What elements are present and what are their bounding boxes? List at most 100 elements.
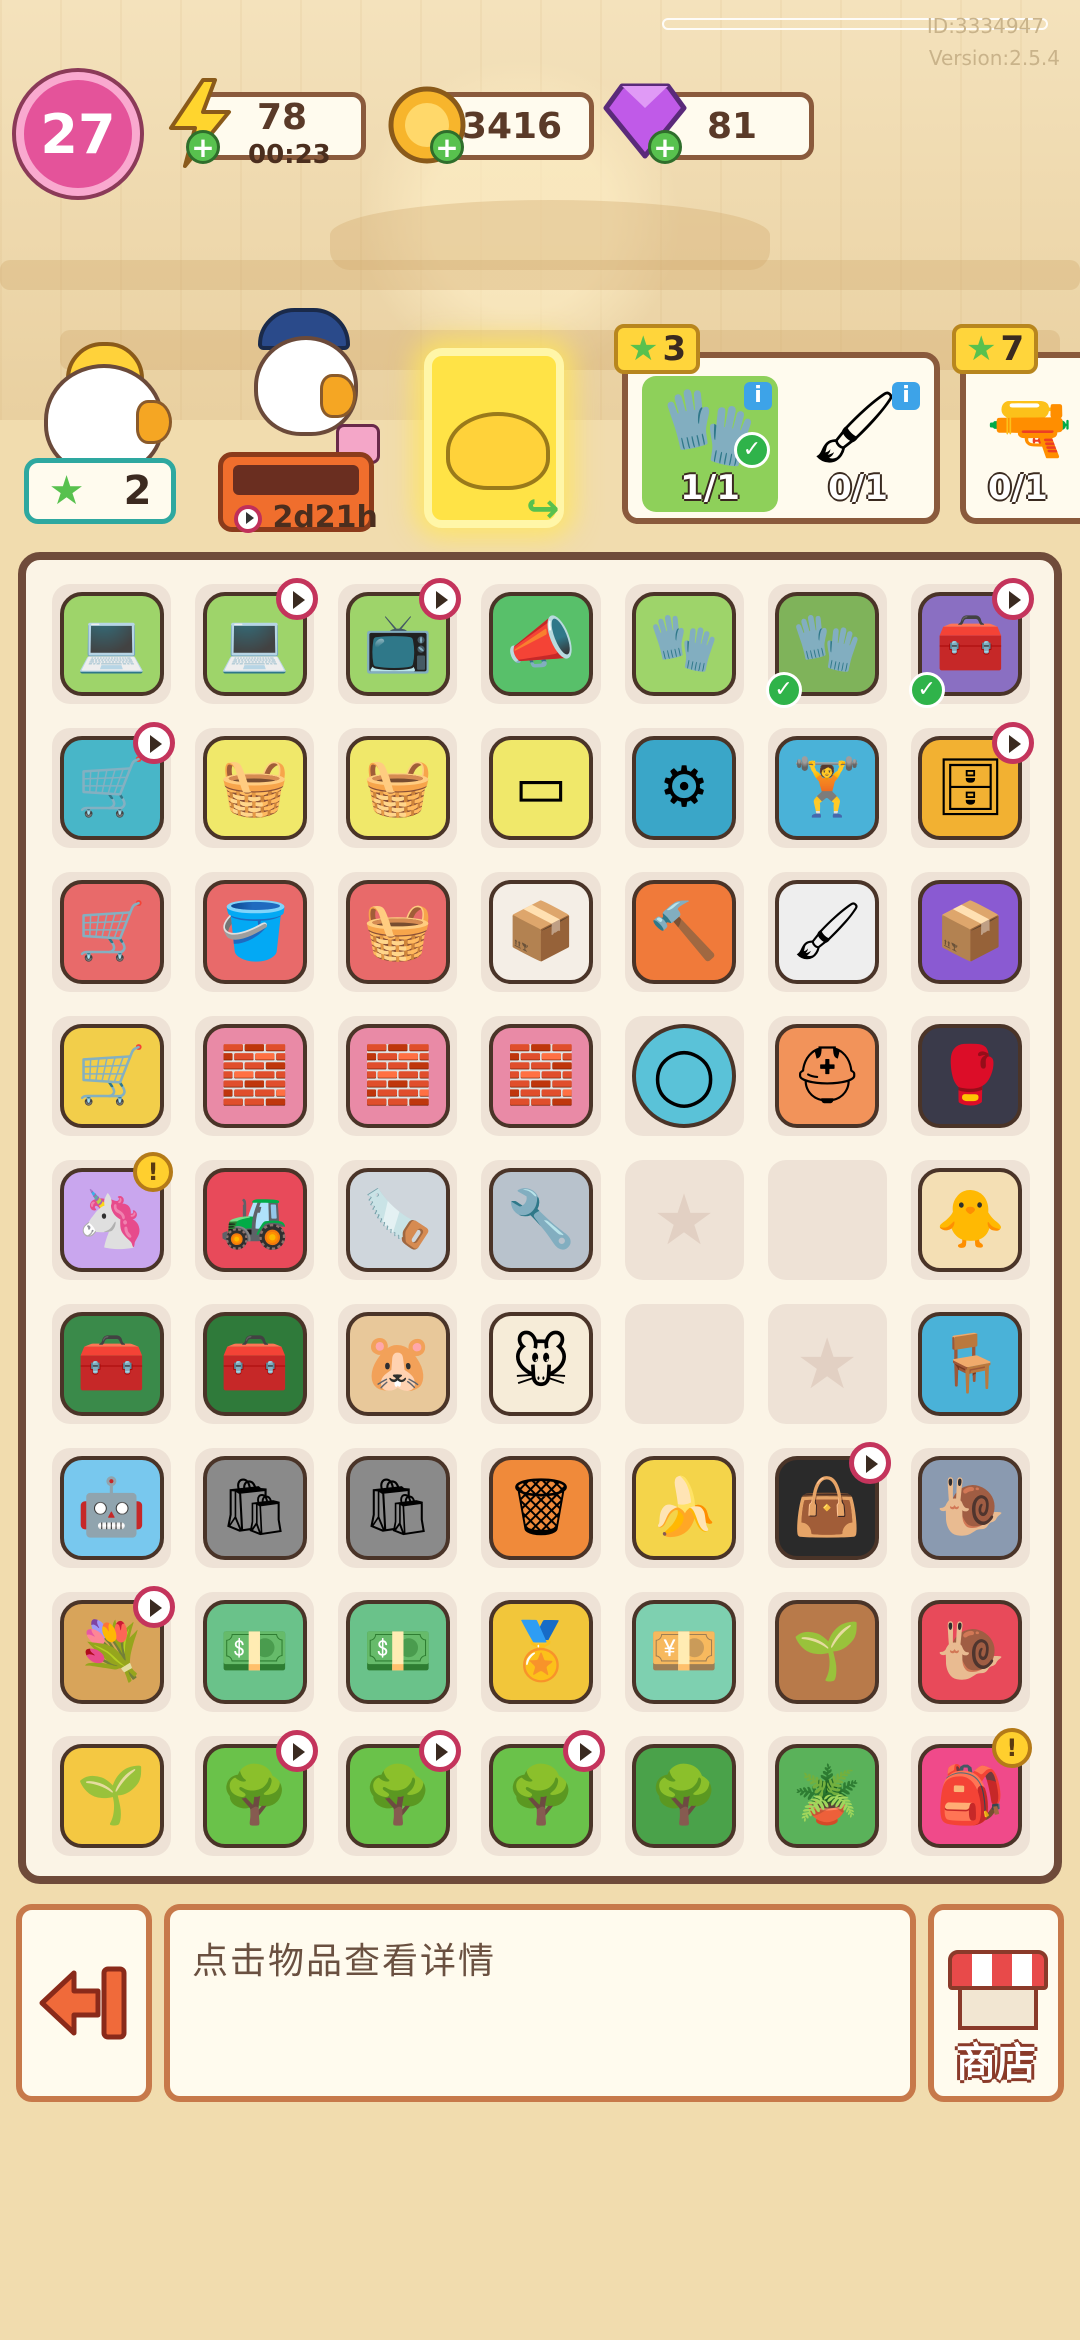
board-cell[interactable]: 🌳 bbox=[469, 1724, 612, 1868]
board-cell[interactable]: 🐌 bbox=[899, 1436, 1042, 1580]
board-cell[interactable] bbox=[613, 1292, 756, 1436]
potted-tree-icon: 🌳 bbox=[632, 1744, 737, 1848]
board-cell[interactable]: 🧰 bbox=[40, 1292, 183, 1436]
reward-value: 7 bbox=[1000, 329, 1025, 369]
item-info-panel: 点击物品查看详情 bbox=[164, 1904, 916, 2102]
add-gems-button[interactable]: + bbox=[648, 130, 682, 164]
board-cell[interactable]: 🐌 bbox=[899, 1580, 1042, 1724]
worker-duck[interactable] bbox=[30, 330, 172, 476]
board-cell[interactable]: 💻 bbox=[40, 572, 183, 716]
bucket-tools-icon: 🪣 bbox=[202, 880, 307, 984]
board-cell[interactable]: 🪴 bbox=[756, 1724, 899, 1868]
board-cell[interactable]: 🥊 bbox=[899, 1004, 1042, 1148]
board-cell[interactable]: 📦 bbox=[469, 860, 612, 1004]
order-slot-roller[interactable]: 🖌 i 0/1 bbox=[790, 376, 926, 512]
board-cell[interactable]: 🧺 bbox=[326, 860, 469, 1004]
board-cell[interactable]: 🧱 bbox=[326, 1004, 469, 1148]
board-cell[interactable]: 🖌 bbox=[756, 860, 899, 1004]
cat-snail-icon: 🐌 bbox=[918, 1600, 1023, 1704]
board-cell[interactable]: 💵 bbox=[183, 1580, 326, 1724]
board-cell[interactable]: 🏋 bbox=[756, 716, 899, 860]
board-cell[interactable]: ★ bbox=[756, 1292, 899, 1436]
board-cell[interactable]: 👜 bbox=[756, 1436, 899, 1580]
info-icon[interactable]: i bbox=[744, 382, 772, 410]
board-cell[interactable]: 🧺 bbox=[326, 716, 469, 860]
board-cell[interactable]: ◯ bbox=[613, 1004, 756, 1148]
drill-icon: 🔫 bbox=[986, 386, 1074, 468]
board-cell[interactable]: 🚜 bbox=[183, 1148, 326, 1292]
board-cell[interactable]: 🛍 bbox=[326, 1436, 469, 1580]
info-icon[interactable]: i bbox=[892, 382, 920, 410]
board-cell[interactable]: 🪑 bbox=[899, 1292, 1042, 1436]
board-cell[interactable]: 💴 bbox=[613, 1580, 756, 1724]
board-cell[interactable]: 🧱 bbox=[183, 1004, 326, 1148]
order-count: 0/1 bbox=[828, 468, 888, 508]
board-cell[interactable]: ▭ bbox=[469, 716, 612, 860]
board-cell[interactable]: 🐹 bbox=[326, 1292, 469, 1436]
banana-peel-icon: 🍌 bbox=[632, 1456, 737, 1560]
board-cell[interactable]: 🗄 bbox=[899, 716, 1042, 860]
board-cell[interactable]: 🔧 bbox=[469, 1148, 612, 1292]
board-cell[interactable]: 💐 bbox=[40, 1580, 183, 1724]
board-cell[interactable]: 🧱 bbox=[469, 1004, 612, 1148]
board-cell[interactable]: 🌱 bbox=[40, 1724, 183, 1868]
check-icon: ✓ bbox=[908, 672, 945, 708]
board-cell[interactable]: 🌳 bbox=[326, 1724, 469, 1868]
board-cell[interactable]: 🧺 bbox=[183, 716, 326, 860]
board-cell[interactable]: 🪣 bbox=[183, 860, 326, 1004]
board-cell[interactable]: 🤖 bbox=[40, 1436, 183, 1580]
board-cell[interactable]: 🔨 bbox=[613, 860, 756, 1004]
add-coins-button[interactable]: + bbox=[430, 130, 464, 164]
worker-star-count: ★ 2 bbox=[24, 458, 176, 524]
energy-timer: 00:23 bbox=[248, 140, 331, 170]
board-cell[interactable]: 🗑 bbox=[469, 1436, 612, 1580]
board-cell[interactable]: 🏅 bbox=[469, 1580, 612, 1724]
board-cell[interactable]: 💵 bbox=[326, 1580, 469, 1724]
sit-up-bench-icon: 🪑 bbox=[918, 1312, 1023, 1416]
board-cell[interactable]: 🌱 bbox=[756, 1580, 899, 1724]
board-cell[interactable]: 🎒! bbox=[899, 1724, 1042, 1868]
check-icon: ✓ bbox=[765, 672, 802, 708]
order-panel-2[interactable]: 🔫 0/1 bbox=[960, 352, 1080, 524]
board-cell[interactable]: 💻 bbox=[183, 572, 326, 716]
order-count: 1/1 bbox=[680, 468, 740, 508]
arrow-icon: ↪ bbox=[526, 486, 560, 532]
order-slot-gloves[interactable]: 🧤 i ✓ 1/1 bbox=[642, 376, 778, 512]
board-cell[interactable]: 🛒 bbox=[40, 1004, 183, 1148]
chick-icon bbox=[446, 412, 550, 490]
add-energy-button[interactable]: + bbox=[186, 130, 220, 164]
board-cell[interactable]: 🦄! bbox=[40, 1148, 183, 1292]
order-panel-1[interactable]: 🧤 i ✓ 1/1 🖌 i 0/1 bbox=[622, 352, 940, 524]
board-cell[interactable]: 🍌 bbox=[613, 1436, 756, 1580]
board-cell[interactable] bbox=[756, 1148, 899, 1292]
board-cell[interactable]: 🛍 bbox=[183, 1436, 326, 1580]
board-cell[interactable]: ⛑ bbox=[756, 1004, 899, 1148]
board-cell[interactable]: 🧰 bbox=[183, 1292, 326, 1436]
board-cell[interactable]: 🧰 ✓ bbox=[899, 572, 1042, 716]
level-badge[interactable]: 27 bbox=[16, 72, 140, 196]
order-slot-drill[interactable]: 🔫 0/1 bbox=[976, 376, 1080, 512]
board-cell[interactable]: 🌳 bbox=[613, 1724, 756, 1868]
hacksaw-icon: 🪚 bbox=[345, 1168, 450, 1272]
wheelbarrow-icon: 🛒 bbox=[59, 880, 164, 984]
board-cell[interactable]: 🐭 bbox=[469, 1292, 612, 1436]
board-cell[interactable]: 🌳 bbox=[183, 1724, 326, 1868]
board-cell[interactable]: 🛒 bbox=[40, 716, 183, 860]
board-cell[interactable]: 📦 bbox=[899, 860, 1042, 1004]
board-cell[interactable]: 🛒 bbox=[40, 860, 183, 1004]
board-cell[interactable]: 📺 bbox=[326, 572, 469, 716]
board-cell[interactable]: ⚙ bbox=[613, 716, 756, 860]
order-reward-1: ★ 3 bbox=[614, 324, 701, 374]
featured-item-card[interactable]: ↪ bbox=[424, 348, 564, 532]
board-cell[interactable]: 🧤 bbox=[613, 572, 756, 716]
brick-pile-icon: 🧱 bbox=[202, 1024, 307, 1128]
shop-button[interactable]: 商店 bbox=[928, 1904, 1064, 2102]
board-cell[interactable]: 🪚 bbox=[326, 1148, 469, 1292]
exit-button[interactable] bbox=[16, 1904, 152, 2102]
board-cell[interactable]: 🧤 ✓ bbox=[756, 572, 899, 716]
potted-plant-icon: 🪴 bbox=[775, 1744, 880, 1848]
courier-duck[interactable] bbox=[232, 300, 380, 464]
board-cell[interactable]: 🐥 bbox=[899, 1148, 1042, 1292]
board-cell[interactable]: 📣 bbox=[469, 572, 612, 716]
board-cell[interactable]: ★ bbox=[613, 1148, 756, 1292]
